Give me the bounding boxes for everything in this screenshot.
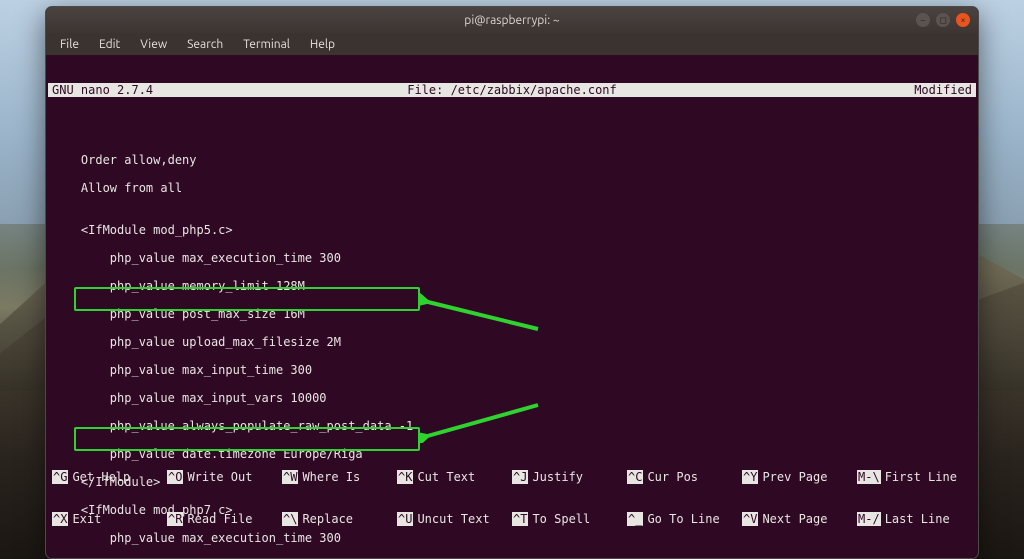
shortcut-justify: ^JJustify (512, 470, 627, 484)
shortcut-exit: ^XExit (52, 512, 167, 526)
nano-file-label: File: /etc/zabbix/apache.conf (48, 83, 976, 97)
editor-line: Order allow,deny (52, 153, 972, 167)
menu-terminal[interactable]: Terminal (235, 36, 298, 53)
shortcut-cut-text: ^KCut Text (397, 470, 512, 484)
editor-line: <IfModule mod_php5.c> (52, 223, 972, 237)
menu-view[interactable]: View (132, 36, 175, 53)
desktop-wallpaper: pi@raspberrypi: ~ – ◻ × File Edit View S… (0, 0, 1024, 559)
shortcut-replace: ^\Replace (282, 512, 397, 526)
editor-line: php_value always_populate_raw_post_data … (52, 419, 972, 433)
minimize-button[interactable]: – (916, 13, 930, 27)
shortcut-uncut-text: ^UUncut Text (397, 512, 512, 526)
shortcut-row-2: ^XExit ^RRead File ^\Replace ^UUncut Tex… (52, 512, 972, 526)
window-title: pi@raspberrypi: ~ (46, 14, 978, 27)
nano-header: GNU nano 2.7.4 File: /etc/zabbix/apache.… (48, 83, 976, 97)
editor-line: Allow from all (52, 181, 972, 195)
menubar: File Edit View Search Terminal Help (46, 33, 978, 55)
editor-line: php_value max_execution_time 300 (52, 251, 972, 265)
editor-line: php_value post_max_size 16M (52, 307, 972, 321)
close-button[interactable]: × (956, 13, 970, 27)
shortcut-row-1: ^GGet Help ^OWrite Out ^WWhere Is ^KCut … (52, 470, 972, 484)
editor-line: php_value max_input_vars 10000 (52, 391, 972, 405)
shortcut-read-file: ^RRead File (167, 512, 282, 526)
shortcut-where-is: ^WWhere Is (282, 470, 397, 484)
shortcut-next-page: ^VNext Page (742, 512, 857, 526)
shortcut-get-help: ^GGet Help (52, 470, 167, 484)
menu-help[interactable]: Help (302, 36, 343, 53)
shortcut-cur-pos: ^CCur Pos (627, 470, 742, 484)
maximize-button[interactable]: ◻ (936, 13, 950, 27)
window-controls: – ◻ × (916, 13, 970, 27)
editor-line: php_value max_input_time 300 (52, 363, 972, 377)
window-titlebar[interactable]: pi@raspberrypi: ~ – ◻ × (46, 7, 978, 33)
shortcut-to-spell: ^TTo Spell (512, 512, 627, 526)
shortcut-write-out: ^OWrite Out (167, 470, 282, 484)
terminal-window: pi@raspberrypi: ~ – ◻ × File Edit View S… (45, 6, 979, 559)
menu-edit[interactable]: Edit (91, 36, 128, 53)
menu-search[interactable]: Search (179, 36, 231, 53)
editor-line: php_value upload_max_filesize 2M (52, 335, 972, 349)
shortcut-prev-page: ^YPrev Page (742, 470, 857, 484)
close-icon: × (960, 15, 965, 25)
minimize-icon: – (921, 15, 925, 25)
maximize-icon: ◻ (939, 15, 946, 26)
terminal-body[interactable]: GNU nano 2.7.4 File: /etc/zabbix/apache.… (48, 55, 976, 556)
editor-line: php_value memory_limit 128M (52, 279, 972, 293)
shortcut-first-line: M-\First Line (857, 470, 972, 484)
menu-file[interactable]: File (52, 36, 87, 53)
shortcut-go-to-line: ^_Go To Line (627, 512, 742, 526)
nano-shortcut-bar: ^GGet Help ^OWrite Out ^WWhere Is ^KCut … (48, 442, 976, 556)
shortcut-last-line: M-/Last Line (857, 512, 972, 526)
